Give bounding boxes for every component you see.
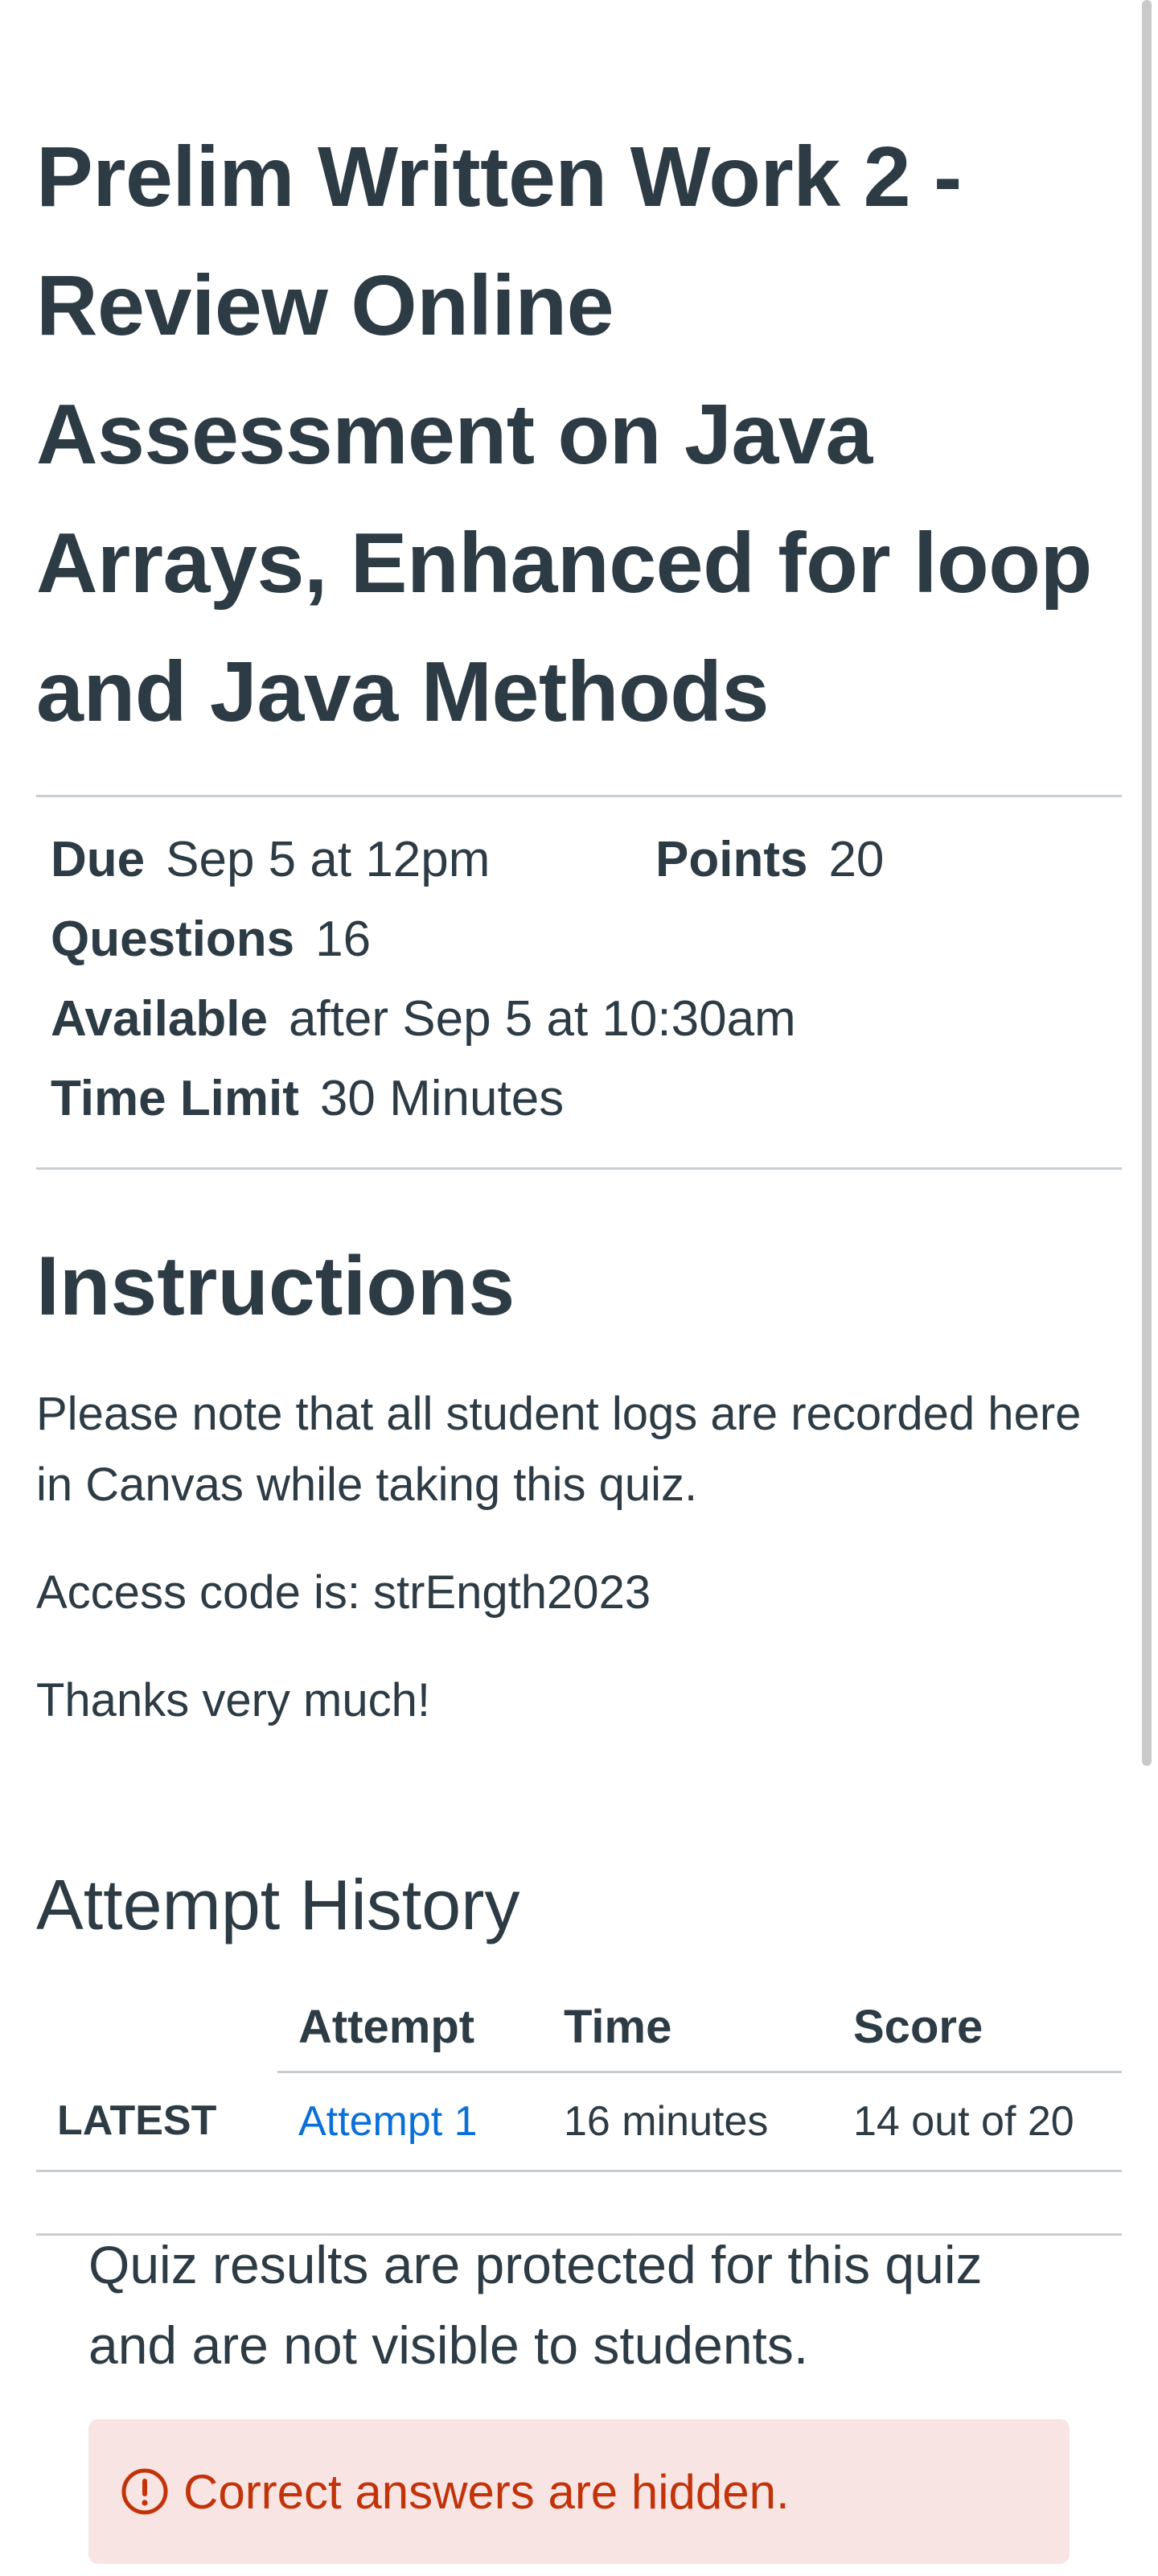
- time-limit-label: Time Limit: [51, 1071, 299, 1126]
- points-row: Points 20: [655, 828, 884, 892]
- quiz-results-box: Quiz results are protected for this quiz…: [88, 2224, 1070, 2564]
- latest-tag: LATEST: [36, 2072, 277, 2172]
- attempt-history-table: Attempt Time Score LATEST Attempt 1 16 m…: [36, 1982, 1122, 2172]
- page-scrollbar[interactable]: [1142, 0, 1152, 1766]
- due-value: Sep 5 at 12pm: [166, 832, 491, 887]
- time-limit-value: 30 Minutes: [319, 1071, 565, 1126]
- results-protected-message: Quiz results are protected for this quiz…: [88, 2235, 983, 2375]
- quiz-page: Prelim Written Work 2 - Review Online As…: [0, 0, 1158, 2576]
- time-limit-row: Time Limit 30 Minutes: [51, 1067, 564, 1131]
- questions-value: 16: [315, 911, 372, 967]
- due-row: Due Sep 5 at 12pm: [51, 828, 490, 892]
- instructions-paragraph: Please note that all student logs are re…: [36, 1388, 1082, 1511]
- instructions-body: Please note that all student logs are re…: [36, 1379, 1122, 1736]
- access-code-paragraph: Access code is: strEngth2023: [36, 1566, 651, 1619]
- available-row: Available after Sep 5 at 10:30am: [51, 987, 796, 1051]
- questions-label: Questions: [51, 911, 295, 967]
- time-cell: 16 minutes: [564, 2072, 853, 2172]
- column-header-attempt: Attempt: [277, 1982, 564, 2073]
- column-header-time: Time: [564, 1982, 853, 2073]
- quiz-title: Prelim Written Work 2 - Review Online As…: [36, 130, 1092, 739]
- table-header-row: Attempt Time Score: [36, 1982, 1122, 2073]
- attempt-history-heading: Attempt History: [36, 1865, 520, 1944]
- instructions-heading: Instructions: [36, 1240, 515, 1333]
- column-header-tag: [36, 1982, 277, 2072]
- attempt-1-link[interactable]: Attempt 1: [298, 2098, 478, 2145]
- score-cell: 14 out of 20: [853, 2072, 1122, 2172]
- thanks-paragraph: Thanks very much!: [36, 1674, 430, 1726]
- alert-text: Correct answers are hidden.: [183, 2464, 790, 2519]
- quiz-details: Due Sep 5 at 12pm Points 20 Questions 16 Av…: [36, 797, 1122, 1167]
- available-label: Available: [51, 991, 268, 1047]
- attempt-cell: Attempt 1: [277, 2072, 564, 2172]
- questions-row: Questions 16: [51, 907, 371, 972]
- points-label: Points: [655, 832, 808, 887]
- due-label: Due: [51, 832, 146, 887]
- column-header-score: Score: [853, 1982, 1122, 2073]
- table-row: LATEST Attempt 1 16 minutes 14 out of 20: [36, 2072, 1122, 2172]
- hidden-answers-alert: Correct answers are hidden.: [88, 2419, 1070, 2564]
- points-value: 20: [828, 832, 885, 887]
- quiz-content: Prelim Written Work 2 - Review Online As…: [36, 0, 1122, 2236]
- available-value: after Sep 5 at 10:30am: [288, 991, 796, 1047]
- warning-circle-icon: [121, 2468, 168, 2515]
